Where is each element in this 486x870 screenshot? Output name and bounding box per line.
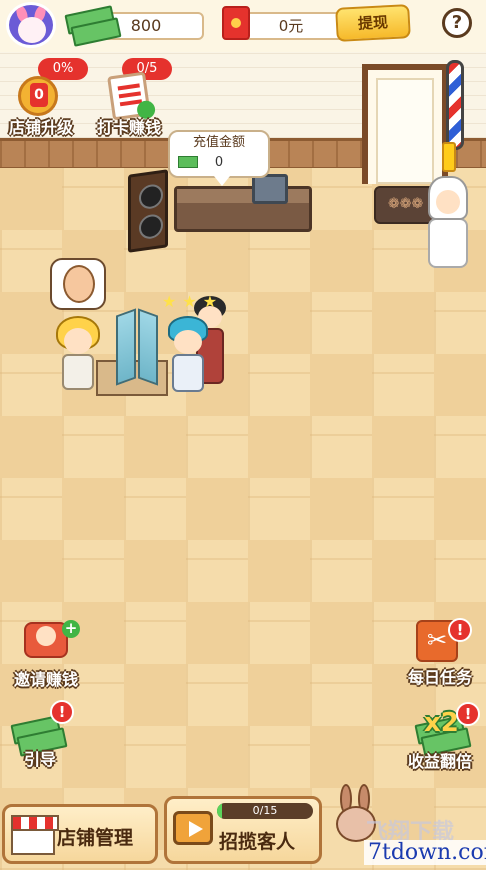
double-income-button[interactable]: x2 ! 收益翻倍 <box>398 702 482 772</box>
alert-badge: ! <box>50 700 74 724</box>
watermark-site: 7tdown.com <box>364 840 486 865</box>
recruit-progress-bar: 0/15 <box>217 803 313 819</box>
recruit-customers-button[interactable]: 0/15 招揽客人 <box>164 796 322 864</box>
customer-thought-bubble <box>50 258 106 310</box>
rmb-balance: 0元 <box>234 12 348 40</box>
bald-head-icon <box>63 265 95 303</box>
double-income-label: 收益翻倍 <box>407 752 472 771</box>
shop-upgrade-label: 店铺升级 <box>8 118 73 137</box>
alert-badge: ! <box>448 618 472 642</box>
barber-chair[interactable] <box>96 308 168 398</box>
recharge-title: 充值金额 <box>192 135 245 150</box>
plus-icon: + <box>62 620 80 638</box>
red-envelope-icon <box>222 6 250 40</box>
watermark: 飞翔下载 7tdown.com <box>326 784 486 870</box>
shop-manage-button[interactable]: 店铺管理 <box>2 804 158 864</box>
shop-manage-label: 店铺管理 <box>57 827 134 849</box>
withdraw-button[interactable]: 提现 <box>335 4 411 42</box>
recruit-progress-text: 0/15 <box>252 804 278 817</box>
speaker-icon <box>128 169 168 253</box>
cash-icon <box>178 156 198 168</box>
top-bar: 800 0元 提现 ? <box>0 0 486 52</box>
alert-badge: ! <box>456 702 480 726</box>
recharge-amount-bubble: 充值金额 0 <box>168 130 270 186</box>
checkin-button[interactable]: 0/5 打卡赚钱 <box>88 58 172 138</box>
storefront-icon <box>11 815 59 855</box>
vip-customer-character[interactable] <box>424 176 472 272</box>
guide-button[interactable]: ! 引导 <box>0 700 80 770</box>
customer-character[interactable] <box>166 316 210 396</box>
invite-earn-button[interactable]: + 邀请赚钱 <box>4 620 88 690</box>
daily-task-button[interactable]: ! 每日任务 <box>398 618 482 688</box>
shop-door <box>362 64 448 184</box>
exclamation-icon <box>442 142 456 172</box>
tv-play-icon <box>173 811 213 845</box>
help-button[interactable]: ? <box>442 8 472 38</box>
shop-level-icon: 0 <box>18 76 58 116</box>
stars-icon: ★★★ <box>162 292 224 311</box>
invite-earn-label: 邀请赚钱 <box>13 670 78 689</box>
daily-task-label: 每日任务 <box>407 668 472 687</box>
cash-icon <box>66 6 116 42</box>
computer-monitor-icon <box>252 174 288 204</box>
recruit-customers-label: 招揽客人 <box>219 831 296 853</box>
customer-character[interactable] <box>54 316 102 394</box>
player-avatar[interactable] <box>6 2 56 48</box>
checkin-label: 打卡赚钱 <box>96 118 161 137</box>
shop-upgrade-button[interactable]: 0% 0 店铺升级 <box>0 58 88 138</box>
shop-level: 0 <box>30 83 48 107</box>
x2-text: x2 <box>424 708 459 738</box>
cashier-counter[interactable] <box>174 186 312 232</box>
guide-label: 引导 <box>23 750 56 769</box>
barber-pole-icon <box>446 60 464 150</box>
